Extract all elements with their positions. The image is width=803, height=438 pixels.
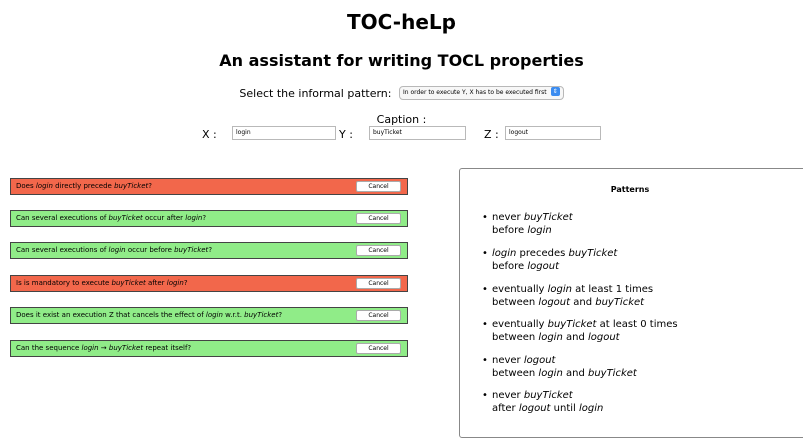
x-label: X : <box>202 128 217 141</box>
question-text: Does login directly precede buyTicket? <box>16 182 152 190</box>
z-input[interactable]: logout <box>505 126 601 140</box>
chevron-updown-icon: ⇕ <box>550 87 560 96</box>
pattern-selector-row: Select the informal pattern: In order to… <box>0 86 803 101</box>
question-text: Does it exist an execution Z that cancel… <box>16 311 283 319</box>
pattern-line2: between login and logout <box>492 332 620 343</box>
bullet-icon: • <box>482 355 488 366</box>
pattern-line2: between logout and buyTicket <box>492 297 645 308</box>
cancel-button[interactable]: Cancel <box>356 181 401 192</box>
pattern-line1: eventually buyTicket at least 0 times <box>492 319 678 330</box>
bullet-icon: • <box>482 212 488 223</box>
cancel-button[interactable]: Cancel <box>356 310 401 321</box>
z-label: Z : <box>484 128 499 141</box>
question-row: Can several executions of login occur be… <box>10 242 408 259</box>
question-row: Is is mandatory to execute buyTicket aft… <box>10 275 408 292</box>
pattern-line2: before logout <box>492 261 559 272</box>
pattern-line1: never buyTicket <box>492 390 573 401</box>
pattern-line1: login precedes buyTicket <box>492 248 618 259</box>
page-subtitle: An assistant for writing TOCL properties <box>219 51 584 70</box>
bullet-icon: • <box>482 319 488 330</box>
y-label: Y : <box>339 128 353 141</box>
pattern-line2: before login <box>492 225 552 236</box>
question-row: Does login directly precede buyTicket? Ca… <box>10 178 408 195</box>
x-input[interactable]: login <box>232 126 336 140</box>
cancel-button[interactable]: Cancel <box>356 278 401 289</box>
question-row: Can several executions of buyTicket occu… <box>10 210 408 227</box>
bullet-icon: • <box>482 390 488 401</box>
patterns-panel: Patterns • never buyTicket before login • lo… <box>459 168 803 438</box>
pattern-line1: never logout <box>492 355 556 366</box>
y-input[interactable]: buyTicket <box>369 126 466 140</box>
pattern-line1: eventually login at least 1 times <box>492 284 654 295</box>
bullet-icon: • <box>482 248 488 259</box>
question-row: Does it exist an execution Z that cancel… <box>10 307 408 324</box>
question-text: Is is mandatory to execute buyTicket aft… <box>16 279 188 287</box>
cancel-button[interactable]: Cancel <box>356 213 401 224</box>
question-text: Can several executions of buyTicket occu… <box>16 214 207 222</box>
bullet-icon: • <box>482 284 488 295</box>
question-text: Can the sequence login → buyTicket repea… <box>16 344 192 352</box>
pattern-line2: after logout until login <box>492 403 604 414</box>
pattern-select-label: Select the informal pattern: <box>239 87 392 100</box>
question-row: Can the sequence login → buyTicket repea… <box>10 340 408 357</box>
pattern-select-value: In order to execute Y, X has to be execu… <box>402 89 547 96</box>
pattern-select[interactable]: In order to execute Y, X has to be execu… <box>398 86 564 100</box>
patterns-title: Patterns <box>610 185 650 194</box>
page-title: TOC-heLp <box>347 10 456 34</box>
cancel-button[interactable]: Cancel <box>356 245 401 256</box>
pattern-line2: between login and buyTicket <box>492 368 637 379</box>
cancel-button[interactable]: Cancel <box>356 343 401 354</box>
caption-label: Caption : <box>376 113 427 126</box>
question-text: Can several executions of login occur be… <box>16 246 213 254</box>
pattern-line1: never buyTicket <box>492 212 573 223</box>
